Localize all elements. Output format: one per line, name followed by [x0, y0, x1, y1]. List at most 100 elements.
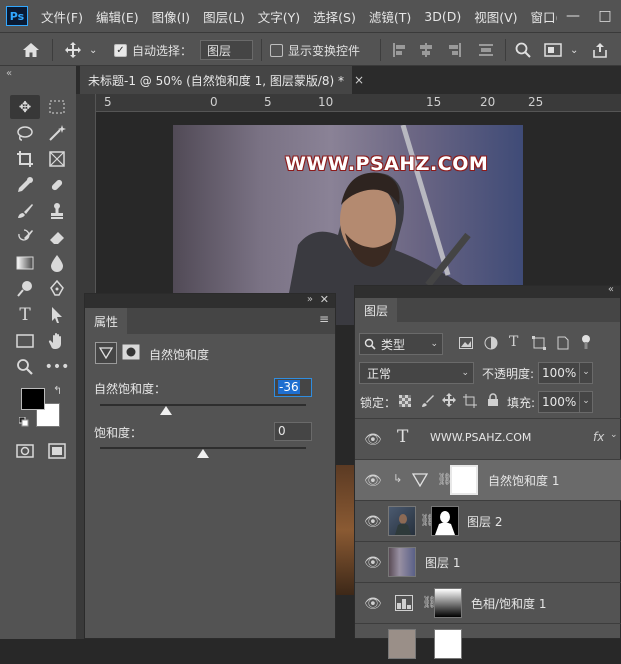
menu-type[interactable]: 文字(Y)	[258, 7, 300, 26]
opacity-input[interactable]: 100%	[538, 362, 582, 384]
fill-input[interactable]: 100%	[538, 391, 582, 413]
share-icon[interactable]	[592, 40, 608, 60]
layer-thumbnail[interactable]	[388, 629, 416, 659]
eyedropper-tool-icon[interactable]	[10, 173, 40, 197]
eye-icon[interactable]: 👁	[364, 514, 382, 530]
menu-3d[interactable]: 3D(D)	[424, 9, 461, 24]
screen-mode-icon[interactable]	[42, 439, 72, 463]
menu-view[interactable]: 视图(V)	[474, 7, 517, 26]
foreground-color-swatch-top[interactable]	[21, 388, 45, 410]
marquee-tool-icon[interactable]	[42, 95, 72, 119]
lock-transparent-icon[interactable]	[399, 395, 411, 410]
document-tab-close-button[interactable]: ×	[354, 73, 364, 87]
vibrance-input[interactable]: -36	[274, 378, 312, 397]
opacity-chevron-icon[interactable]: ⌄	[579, 362, 593, 384]
layer-row-vibrance[interactable]: 👁 ↳ ⛓ 自然饱和度 1	[355, 459, 621, 500]
align-right-icon[interactable]	[446, 40, 462, 60]
eye-icon[interactable]: 👁	[364, 596, 382, 612]
layer-mask-thumbnail[interactable]	[450, 465, 478, 495]
quick-mask-icon[interactable]	[10, 439, 40, 463]
eraser-tool-icon[interactable]	[42, 225, 72, 249]
layer-row-partial[interactable]	[355, 623, 621, 664]
zoom-tool-icon[interactable]	[10, 355, 40, 379]
filter-shape-icon[interactable]	[532, 336, 546, 353]
eye-icon[interactable]: 👁	[364, 555, 382, 571]
layer-mask-thumbnail[interactable]	[431, 506, 459, 536]
align-center-icon[interactable]	[418, 40, 434, 60]
layer-mask-icon[interactable]	[122, 344, 140, 363]
maximize-button[interactable]: □	[589, 8, 621, 24]
layer-mask-thumbnail[interactable]	[434, 588, 462, 618]
layer-name[interactable]: 色相/饱和度 1	[471, 595, 547, 612]
gradient-tool-icon[interactable]	[10, 251, 40, 275]
fx-icon[interactable]: fx	[593, 430, 604, 444]
vibrance-slider-thumb[interactable]	[159, 406, 172, 415]
chevron-down-icon[interactable]: ⌄	[610, 430, 618, 440]
menu-image[interactable]: 图像(I)	[152, 7, 190, 26]
lock-artboard-icon[interactable]	[463, 394, 477, 411]
saturation-slider-thumb[interactable]	[197, 449, 209, 458]
rectangle-tool-icon[interactable]	[10, 329, 40, 353]
minimize-button[interactable]: —	[557, 8, 589, 24]
filter-toggle-icon[interactable]	[581, 334, 591, 353]
chevron-down-icon[interactable]: ⌄	[89, 40, 97, 60]
menu-layer[interactable]: 图层(L)	[203, 7, 245, 26]
lock-position-icon[interactable]	[442, 393, 456, 410]
layer-filter-dropdown[interactable]: 类型 ⌄	[359, 333, 443, 355]
menu-file[interactable]: 文件(F)	[41, 7, 83, 26]
tab-properties[interactable]: 属性	[85, 308, 128, 334]
crop-tool-icon[interactable]	[10, 147, 40, 171]
menu-window[interactable]: 窗口(	[531, 7, 561, 26]
layer-name[interactable]: 自然饱和度 1	[488, 472, 559, 489]
frame-tool-icon[interactable]	[42, 147, 72, 171]
path-selection-tool-icon[interactable]	[42, 303, 72, 327]
filter-smart-object-icon[interactable]	[557, 336, 569, 353]
auto-select-checkbox[interactable]: ✓	[114, 40, 127, 60]
menu-edit[interactable]: 编辑(E)	[96, 7, 139, 26]
type-tool-icon[interactable]: T	[10, 303, 40, 327]
menu-filter[interactable]: 滤镜(T)	[369, 7, 411, 26]
filter-adjustment-icon[interactable]	[484, 336, 498, 353]
tab-layers[interactable]: 图层	[355, 298, 398, 322]
history-brush-tool-icon[interactable]	[10, 225, 40, 249]
filter-type-icon[interactable]: T	[509, 334, 518, 350]
layer-name[interactable]: 图层 2	[467, 513, 502, 530]
magic-wand-tool-icon[interactable]	[42, 121, 72, 145]
panel-menu-icon[interactable]: ≡	[319, 312, 329, 326]
brush-tool-icon[interactable]	[10, 199, 40, 223]
move-tool-icon[interactable]: ✥	[10, 95, 40, 119]
menu-select[interactable]: 选择(S)	[313, 7, 356, 26]
swap-colors-icon[interactable]: ↰	[53, 384, 62, 397]
hand-tool-icon[interactable]	[42, 329, 72, 353]
lock-all-icon[interactable]	[487, 393, 499, 410]
layer-mask-thumbnail[interactable]	[434, 629, 462, 659]
vibrance-slider-track[interactable]	[100, 404, 306, 406]
search-icon[interactable]	[515, 40, 531, 60]
workspace-icon[interactable]	[544, 40, 564, 60]
layer-thumbnail[interactable]	[388, 547, 416, 577]
distribute-icon[interactable]	[478, 40, 494, 60]
collapse-toolbox-icon[interactable]: «	[6, 68, 12, 79]
lock-pixels-icon[interactable]	[421, 394, 435, 411]
home-icon[interactable]	[22, 40, 40, 60]
layer-thumbnail[interactable]	[388, 506, 416, 536]
blend-mode-dropdown[interactable]: 正常 ⌄	[359, 362, 474, 384]
collapse-panel-icon[interactable]: »	[307, 294, 313, 305]
move-tool-icon[interactable]	[64, 40, 82, 60]
more-tools-icon[interactable]: •••	[42, 355, 72, 379]
lasso-tool-icon[interactable]	[10, 121, 40, 145]
workspace-chevron-icon[interactable]: ⌄	[570, 40, 578, 60]
stamp-tool-icon[interactable]	[42, 199, 72, 223]
collapse-panel-icon[interactable]: «	[608, 284, 614, 295]
saturation-input[interactable]: 0	[274, 422, 312, 441]
healing-brush-tool-icon[interactable]	[42, 173, 72, 197]
layer-name[interactable]: WWW.PSAHZ.COM	[430, 431, 531, 444]
filter-pixel-icon[interactable]	[459, 337, 473, 352]
default-colors-icon[interactable]	[18, 416, 29, 430]
layer-row-text[interactable]: 👁 T WWW.PSAHZ.COM fx ⌄	[355, 418, 621, 459]
eye-icon[interactable]: 👁	[364, 432, 382, 448]
dodge-tool-icon[interactable]	[10, 277, 40, 301]
document-tab[interactable]: 未标题-1 @ 50% (自然饱和度 1, 图层蒙版/8) * ×	[80, 66, 364, 94]
show-transform-checkbox[interactable]	[270, 40, 283, 60]
eye-icon[interactable]: 👁	[364, 473, 382, 489]
